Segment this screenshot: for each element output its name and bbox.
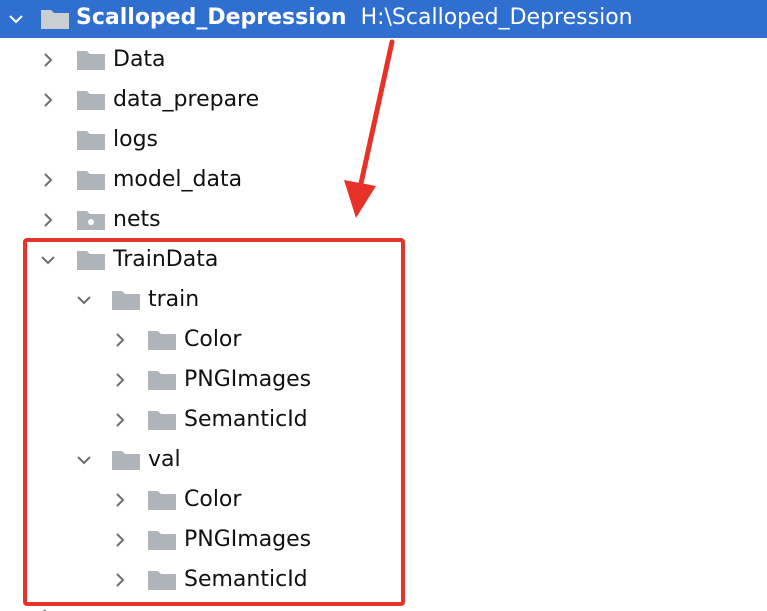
tree-item-val-color[interactable]: Color <box>0 480 767 520</box>
chevron-right-icon[interactable] <box>112 372 128 388</box>
tree-item-traindata[interactable]: TrainData <box>0 240 767 280</box>
folder-icon <box>147 489 177 511</box>
tree-root-row[interactable]: Scalloped_Depression H:\Scalloped_Depress… <box>0 0 767 38</box>
chevron-right-icon[interactable] <box>40 52 56 68</box>
tree-item-train-pngimages[interactable]: PNGImages <box>0 360 767 400</box>
chevron-right-icon[interactable] <box>40 172 56 188</box>
folder-icon <box>111 289 141 311</box>
chevron-right-icon[interactable] <box>112 532 128 548</box>
root-folder-path: H:\Scalloped_Depression <box>360 5 633 30</box>
tree-item-partial[interactable] <box>0 602 767 611</box>
tree-item-nets[interactable]: nets <box>0 200 767 240</box>
tree-item-train-color[interactable]: Color <box>0 320 767 360</box>
tree-item-val-semanticid[interactable]: SemanticId <box>0 560 767 600</box>
folder-icon <box>147 329 177 351</box>
package-folder-icon <box>76 209 106 231</box>
folder-icon <box>76 89 106 111</box>
folder-icon <box>76 129 106 151</box>
folder-icon <box>76 249 106 271</box>
tree-item-logs[interactable]: logs <box>0 120 767 160</box>
folder-icon <box>76 169 106 191</box>
tree-item-data-prepare[interactable]: data_prepare <box>0 80 767 120</box>
chevron-right-icon[interactable] <box>40 92 56 108</box>
tree-item-label: Color <box>184 327 242 352</box>
tree-item-label: train <box>148 287 200 312</box>
chevron-right-icon[interactable] <box>40 212 56 228</box>
folder-icon <box>147 369 177 391</box>
tree-item-model-data[interactable]: model_data <box>0 160 767 200</box>
folder-icon <box>147 569 177 591</box>
chevron-right-icon[interactable] <box>112 332 128 348</box>
tree-item-label: data_prepare <box>113 87 260 112</box>
tree-item-train-semanticid[interactable]: SemanticId <box>0 400 767 440</box>
folder-icon <box>76 49 106 71</box>
tree-item-label: PNGImages <box>184 527 312 552</box>
tree-item-label: SemanticId <box>184 567 308 592</box>
tree-item-label: PNGImages <box>184 367 312 392</box>
tree-item-data[interactable]: Data <box>0 40 767 80</box>
tree-item-label: Data <box>113 47 166 72</box>
tree-item-label: model_data <box>113 167 243 192</box>
tree-item-val-pngimages[interactable]: PNGImages <box>0 520 767 560</box>
folder-icon <box>40 8 70 30</box>
tree-item-train[interactable]: train <box>0 280 767 320</box>
root-folder-name: Scalloped_Depression <box>76 5 347 30</box>
folder-icon <box>111 449 141 471</box>
chevron-down-icon[interactable] <box>8 11 24 27</box>
tree-item-label: Color <box>184 487 242 512</box>
chevron-right-icon[interactable] <box>112 492 128 508</box>
folder-icon <box>147 409 177 431</box>
tree-item-label: nets <box>113 207 161 232</box>
chevron-down-icon[interactable] <box>40 252 56 268</box>
chevron-down-icon[interactable] <box>76 292 92 308</box>
chevron-right-icon[interactable] <box>112 412 128 428</box>
chevron-right-icon[interactable] <box>112 572 128 588</box>
tree-item-label: logs <box>113 127 158 152</box>
tree-item-label: TrainData <box>113 247 219 272</box>
tree-item-val[interactable]: val <box>0 440 767 480</box>
tree-item-label: SemanticId <box>184 407 308 432</box>
tree-item-label: val <box>148 447 181 472</box>
project-tree: Scalloped_Depression H:\Scalloped_Depress… <box>0 0 767 611</box>
folder-icon <box>147 529 177 551</box>
chevron-down-icon[interactable] <box>76 452 92 468</box>
